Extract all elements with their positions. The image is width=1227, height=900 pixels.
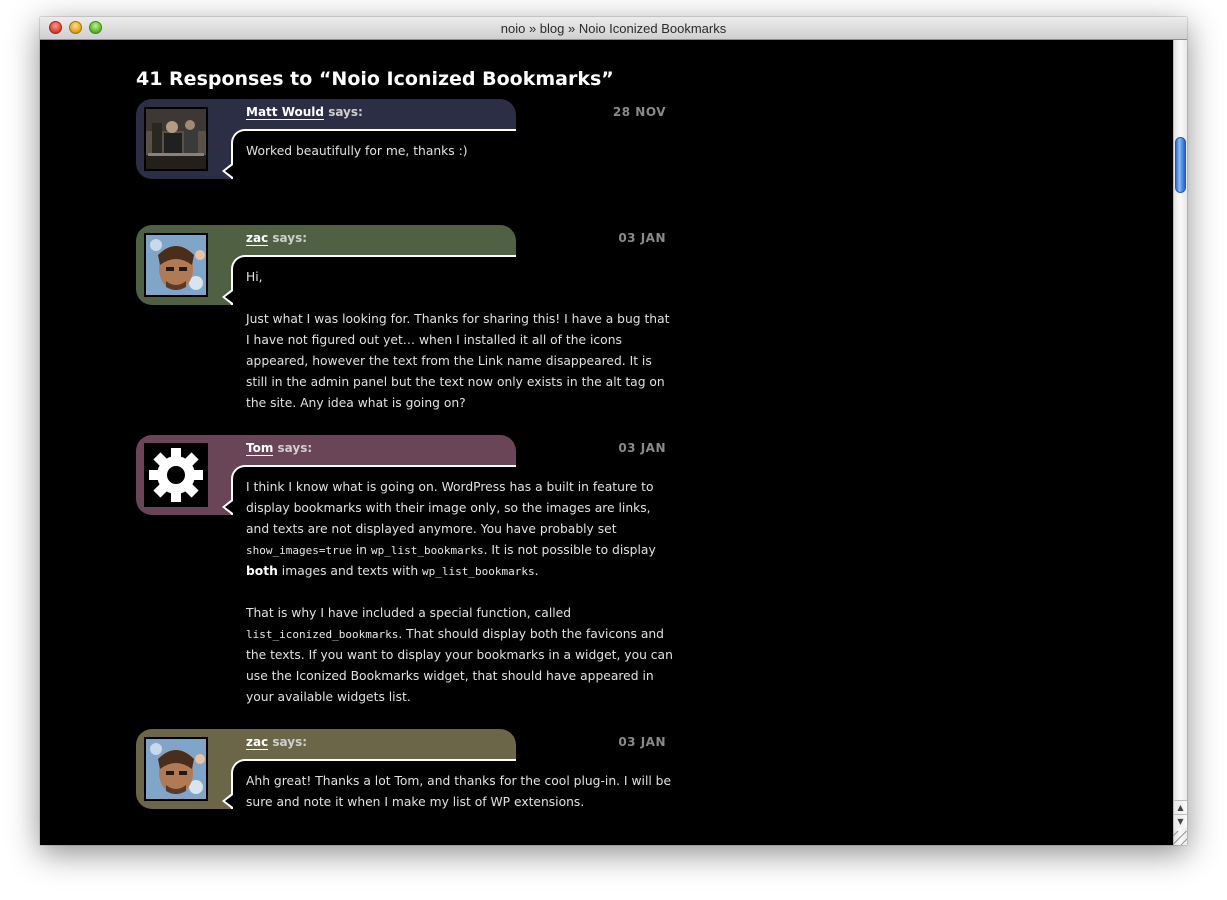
browser-window: noio » blog » Noio Iconized Bookmarks 41…	[40, 17, 1187, 845]
comment-body: I think I know what is going on. WordPre…	[246, 477, 676, 708]
comment-date: 03 JAN	[618, 231, 666, 245]
avatar-photo-icon	[144, 107, 208, 171]
comment-paragraph: Ahh great! Thanks a lot Tom, and thanks …	[246, 774, 672, 809]
comment-date: 03 JAN	[618, 441, 666, 455]
comments-heading: 41 Responses to “Noio Iconized Bookmarks…	[136, 68, 614, 90]
scroll-up-arrow-icon[interactable]: ▲	[1174, 800, 1187, 814]
code-snippet: wp_list_bookmarks	[422, 565, 535, 578]
comment-author-link[interactable]: zac	[246, 231, 269, 246]
window-title: noio » blog » Noio Iconized Bookmarks	[500, 21, 727, 36]
scroll-thumb[interactable]	[1175, 137, 1186, 193]
comment-paragraph: Worked beautifully for me, thanks :)	[246, 144, 468, 158]
says-label: says:	[277, 441, 313, 455]
code-snippet: wp_list_bookmarks	[371, 544, 484, 557]
comment-paragraph: Just what I was looking for. Thanks for …	[246, 312, 670, 410]
says-label: says:	[272, 231, 308, 245]
says-label: says:	[328, 105, 363, 119]
title-bar: noio » blog » Noio Iconized Bookmarks	[40, 17, 1187, 40]
comment-paragraph: Hi,	[246, 270, 263, 284]
comment-author-link[interactable]: zac	[246, 735, 269, 750]
comment-author-link[interactable]: Matt Would	[246, 105, 324, 120]
comment-paragraph: I think I know what is going on. WordPre…	[246, 480, 656, 578]
resize-grip-icon[interactable]	[1173, 831, 1187, 845]
code-snippet: show_images=true	[246, 544, 352, 557]
comment-body: Worked beautifully for me, thanks :)	[246, 141, 676, 162]
comment-paragraph: That is why I have included a special fu…	[246, 606, 673, 704]
avatar-photo-icon	[144, 737, 208, 801]
scroll-down-arrow-icon[interactable]: ▼	[1174, 814, 1187, 828]
says-label: says:	[272, 735, 308, 749]
code-snippet: list_iconized_bookmarks	[246, 628, 399, 641]
avatar-gear-icon	[144, 443, 208, 507]
comment-author-link[interactable]: Tom	[246, 441, 274, 456]
bold-text: both	[246, 564, 278, 578]
comment-body: Hi, Just what I was looking for. Thanks …	[246, 267, 676, 414]
avatar-photo-icon	[144, 233, 208, 297]
comment-body: Ahh great! Thanks a lot Tom, and thanks …	[246, 771, 676, 813]
vertical-scrollbar[interactable]: ▲ ▼	[1173, 40, 1187, 845]
comment-date: 28 NOV	[612, 105, 666, 119]
page-content: 41 Responses to “Noio Iconized Bookmarks…	[40, 40, 1173, 845]
comment-date: 03 JAN	[618, 735, 666, 749]
